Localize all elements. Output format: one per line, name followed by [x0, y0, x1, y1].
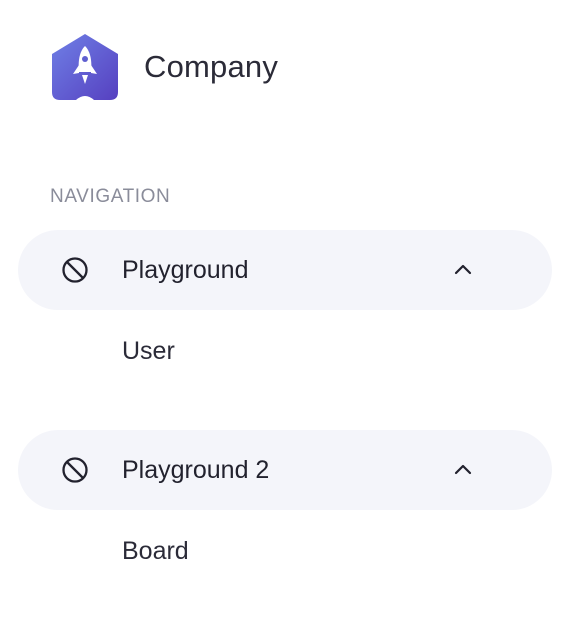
nav-item-user[interactable]: User [122, 335, 175, 367]
prohibited-icon [62, 457, 88, 483]
chevron-up-icon[interactable] [452, 460, 474, 478]
sidebar: Company NAVIGATION Playground User Playg… [0, 0, 572, 620]
nav-group-playground[interactable]: Playground [18, 230, 552, 310]
section-label: NAVIGATION [50, 186, 171, 207]
prohibited-icon [62, 257, 88, 283]
nav-group-playground-2[interactable]: Playground 2 [18, 430, 552, 510]
brand-name: Company [144, 49, 279, 84]
chevron-up-icon[interactable] [452, 260, 474, 278]
rocket-icon [52, 34, 118, 100]
nav-group-label: Playground 2 [122, 456, 270, 484]
nav-group-label: Playground [122, 256, 249, 284]
brand[interactable]: Company [50, 32, 278, 102]
nav-item-board[interactable]: Board [122, 535, 189, 567]
